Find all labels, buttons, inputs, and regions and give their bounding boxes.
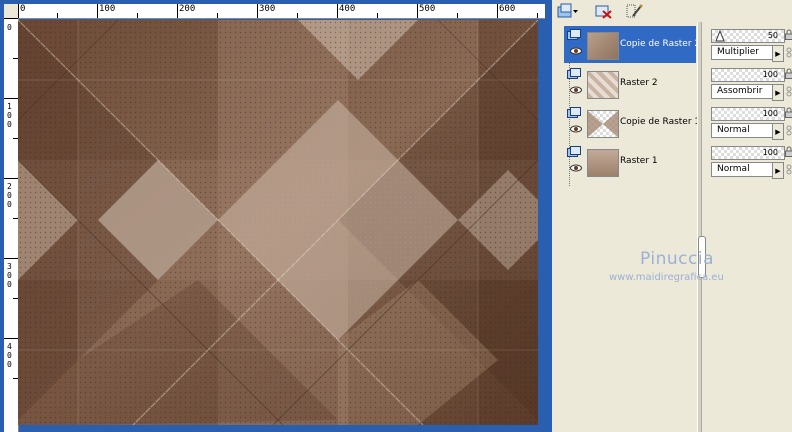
ruler-tick (417, 4, 418, 18)
lock-icon[interactable] (785, 107, 792, 118)
opacity-slider[interactable]: 50 (711, 29, 785, 43)
layer-row-raster-2[interactable]: Raster 2 (564, 65, 696, 102)
lock-icon[interactable] (785, 146, 792, 157)
blend-mode-select[interactable]: Multiplier (711, 45, 778, 60)
ruler-tick (97, 4, 98, 18)
opacity-value: 100 (762, 109, 778, 118)
raster-layer-icon (567, 68, 581, 79)
layer-row-copie-raster-1[interactable]: Copie de Raster 1 (564, 104, 700, 141)
blend-dropdown-button[interactable]: ▶ (772, 84, 784, 101)
layers-panel: Copie de Raster 2 Raster 2 Copie de Rast… (552, 0, 792, 432)
ruler-label: 2 (7, 182, 12, 191)
artwork-image (18, 20, 538, 425)
layer-name: Raster 1 (620, 156, 658, 166)
layer-name: Copie de Raster 1 (620, 117, 701, 127)
ruler-label: 300 (259, 4, 276, 14)
layer-thumbnail (587, 32, 619, 60)
raster-layer-icon (567, 146, 581, 157)
ruler-tick (18, 4, 19, 18)
layer-name: Copie de Raster 2 (620, 39, 701, 49)
eye-icon[interactable] (570, 47, 582, 55)
ruler-label: 0 (7, 120, 12, 129)
layer-props-copie-raster-2: 50 Multiplier ▶ (708, 26, 792, 64)
blend-mode-select[interactable]: Normal (711, 162, 778, 177)
ruler-label: 0 (7, 271, 12, 280)
opacity-slider[interactable]: 100 (711, 68, 785, 82)
ruler-label: 0 (7, 200, 12, 209)
opacity-value: 50 (767, 31, 778, 40)
eye-icon[interactable] (570, 86, 582, 94)
layer-thumbnail (587, 149, 619, 177)
lock-icon[interactable] (785, 68, 792, 79)
layer-row-raster-1[interactable]: Raster 1 (564, 143, 696, 180)
layer-props-copie-raster-1: 100 Normal ▶ (708, 104, 792, 142)
ruler-tick (497, 4, 498, 18)
ruler-label: 0 (7, 23, 12, 32)
panel-splitter[interactable] (697, 22, 702, 432)
delete-layer-button[interactable] (594, 2, 614, 20)
ruler-label: 100 (99, 4, 116, 14)
ruler-label: 1 (7, 102, 12, 111)
link-icon[interactable] (785, 164, 792, 175)
ruler-label: 500 (419, 4, 436, 14)
layer-thumbnail (587, 110, 619, 138)
new-layer-button[interactable] (555, 2, 581, 20)
vertical-ruler: 0 1 0 0 2 0 0 3 0 0 4 0 0 (4, 18, 19, 432)
opacity-slider[interactable]: 100 (711, 107, 785, 121)
edit-layer-button[interactable] (625, 2, 645, 20)
raster-layer-icon (567, 107, 581, 118)
blend-dropdown-button[interactable]: ▶ (772, 45, 784, 62)
ruler-label: 0 (7, 111, 12, 120)
ruler-label: 0 (7, 191, 12, 200)
watermark-url: www.maidiregrafica.eu (609, 272, 724, 283)
slider-thumb-icon (715, 30, 725, 42)
link-icon[interactable] (785, 125, 792, 136)
blend-dropdown-button[interactable]: ▶ (772, 162, 784, 179)
opacity-value: 100 (762, 148, 778, 157)
layer-props-raster-2: 100 Assombrir ▶ (708, 65, 792, 103)
ruler-tick (257, 4, 258, 18)
new-layer-icon (557, 3, 578, 18)
opacity-slider[interactable]: 100 (711, 146, 785, 160)
layer-name: Raster 2 (620, 78, 658, 88)
ruler-label: 200 (179, 4, 196, 14)
ruler-label: 0 (7, 360, 12, 369)
link-icon[interactable] (785, 86, 792, 97)
canvas-window: 0 100 200 300 400 500 600 0 1 0 0 2 0 0 … (0, 0, 548, 432)
arrow-right-icon: ▶ (775, 127, 781, 136)
blend-dropdown-button[interactable]: ▶ (772, 123, 784, 140)
blend-mode-select[interactable]: Normal (711, 123, 778, 138)
eye-icon[interactable] (570, 125, 582, 133)
opacity-value: 100 (762, 70, 778, 79)
layer-row-copie-raster-2[interactable]: Copie de Raster 2 (564, 26, 700, 63)
horizontal-ruler: 0 100 200 300 400 500 600 (18, 4, 545, 19)
ruler-label: 600 (499, 4, 516, 14)
layer-props-raster-1: 100 Normal ▶ (708, 143, 792, 181)
eye-icon[interactable] (570, 164, 582, 172)
layer-thumbnail (587, 71, 619, 99)
layers-toolbar (552, 0, 792, 22)
ruler-label: 4 (7, 342, 12, 351)
delete-layer-icon (595, 5, 612, 19)
raster-layer-icon (567, 29, 581, 40)
arrow-right-icon: ▶ (775, 88, 781, 97)
arrow-right-icon: ▶ (775, 49, 781, 58)
ruler-label: 3 (7, 262, 12, 271)
ruler-label: 0 (7, 280, 12, 289)
ruler-tick (337, 4, 338, 18)
ruler-label: 400 (339, 4, 356, 14)
blend-mode-select[interactable]: Assombrir (711, 84, 778, 99)
ruler-tick (177, 4, 178, 18)
ruler-corner (4, 4, 19, 19)
watermark-name: Pinuccia (640, 249, 714, 269)
lock-icon[interactable] (785, 29, 792, 40)
canvas-artwork[interactable] (18, 20, 538, 425)
arrow-right-icon: ▶ (775, 166, 781, 175)
ruler-label: 0 (7, 351, 12, 360)
ruler-label: 0 (20, 4, 26, 14)
link-icon[interactable] (785, 47, 792, 58)
edit-brush-icon (626, 4, 643, 18)
